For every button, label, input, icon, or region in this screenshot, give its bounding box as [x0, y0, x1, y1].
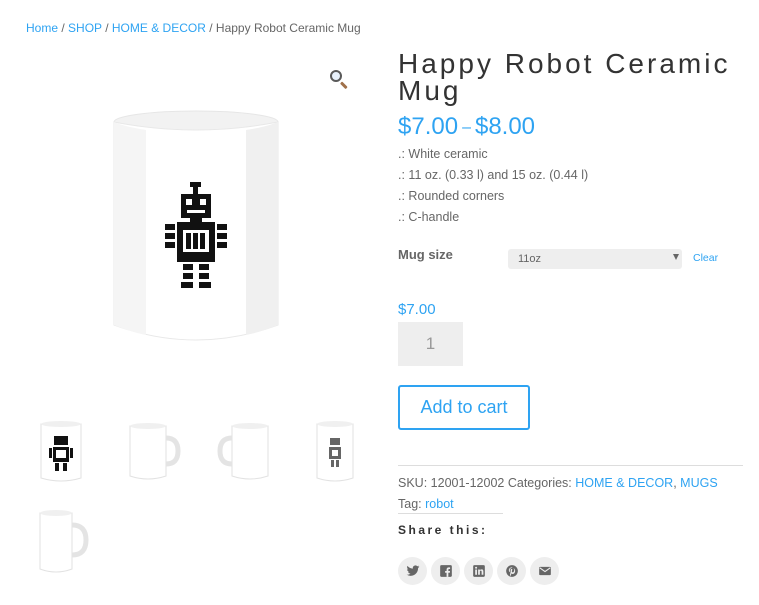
variant-price: $7.00 [398, 301, 436, 318]
mug-size-selected: 11oz [518, 253, 542, 265]
share-pinterest-button[interactable] [497, 557, 526, 585]
mug-size-select[interactable]: 11oz [508, 249, 682, 269]
thumbnail-robot-front-small[interactable] [300, 416, 370, 486]
categories-label: Categories: [507, 476, 572, 490]
thumbnail-mug-15oz-side[interactable] [26, 507, 96, 577]
product-gallery-main[interactable] [26, 50, 360, 384]
meta-row-sku-categories: SKU: 12001-12002 Categories: HOME & DECO… [398, 473, 718, 494]
mug-size-label: Mug size [398, 247, 453, 262]
breadcrumb: Home / SHOP / HOME & DECOR / Happy Robot… [26, 21, 361, 35]
share-twitter-button[interactable] [398, 557, 427, 585]
price-min: $7.00 [398, 113, 459, 140]
tag-label: Tag: [398, 497, 422, 511]
share-email-button[interactable] [530, 557, 559, 585]
product-features: .: White ceramic .: 11 oz. (0.33 l) and … [398, 144, 588, 228]
add-to-cart-button[interactable]: Add to cart [398, 385, 530, 430]
price-range: $7.00– $8.00 [398, 113, 535, 141]
pinterest-icon [505, 565, 518, 577]
meta-divider [398, 465, 743, 466]
magnifier-icon[interactable] [328, 68, 350, 90]
product-title: Happy Robot Ceramic Mug [398, 48, 731, 106]
breadcrumb-home-link[interactable]: Home [26, 21, 58, 35]
share-facebook-button[interactable] [431, 557, 460, 585]
sku-label: SKU: [398, 476, 428, 490]
breadcrumb-shop-link[interactable]: SHOP [68, 21, 102, 35]
price-max: $8.00 [474, 113, 536, 140]
category-separator: , [673, 476, 677, 490]
email-icon [538, 566, 551, 576]
feature-item: .: White ceramic [398, 147, 488, 161]
linkedin-icon [472, 565, 485, 577]
tag-link-robot[interactable]: robot [425, 497, 454, 511]
breadcrumb-separator: / [209, 21, 213, 35]
feature-item: .: Rounded corners [398, 189, 505, 203]
breadcrumb-separator: / [105, 21, 109, 35]
category-link-mugs[interactable]: MUGS [680, 476, 718, 490]
feature-item: .: 11 oz. (0.33 l) and 15 oz. (0.44 l) [398, 168, 589, 182]
breadcrumb-current: Happy Robot Ceramic Mug [215, 21, 361, 35]
category-link-home-decor[interactable]: HOME & DECOR [575, 476, 673, 490]
meta-row-tag: Tag: robot [398, 494, 718, 515]
breadcrumb-separator: / [61, 21, 65, 35]
thumbnail-robot-front[interactable] [26, 416, 96, 486]
share-divider [398, 513, 503, 514]
twitter-icon [406, 565, 419, 576]
share-linkedin-button[interactable] [464, 557, 493, 585]
quantity-input[interactable]: 1 [398, 322, 463, 366]
share-title: Share this: [398, 523, 488, 537]
clear-variation-link[interactable]: Clear [693, 252, 718, 264]
facebook-icon [439, 565, 452, 577]
mug-main-image [113, 110, 279, 341]
sku-value: 12001-12002 [430, 476, 505, 490]
thumbnail-mug-side[interactable] [118, 416, 188, 486]
price-dash: – [462, 119, 471, 136]
feature-item: .: C-handle [398, 210, 460, 224]
chevron-down-icon [673, 254, 679, 260]
breadcrumb-category-link[interactable]: HOME & DECOR [112, 21, 206, 35]
product-meta: SKU: 12001-12002 Categories: HOME & DECO… [398, 473, 718, 515]
thumbnail-mug-back[interactable] [210, 416, 280, 486]
